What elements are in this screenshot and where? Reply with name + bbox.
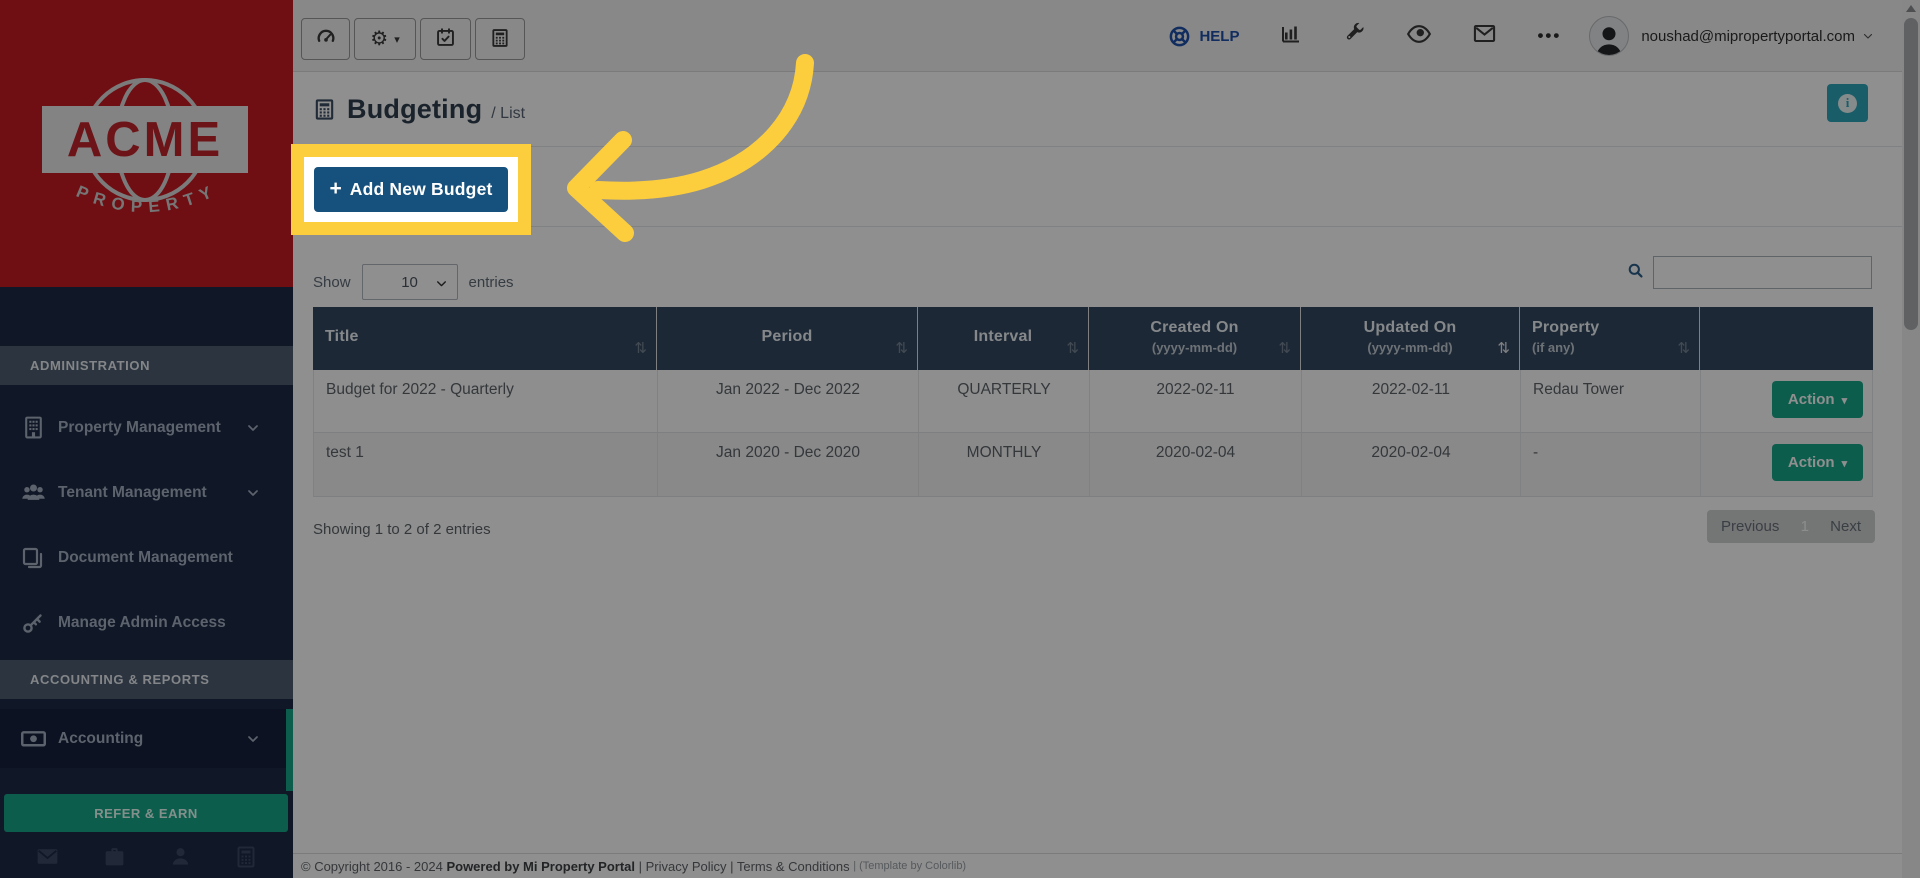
dim-overlay xyxy=(0,0,1920,878)
tutorial-highlight-box: + Add New Budget xyxy=(291,144,531,235)
plus-icon: + xyxy=(329,176,342,200)
add-new-budget-button[interactable]: + Add New Budget xyxy=(314,167,508,212)
app-window: ACME PROPERTY ADMINISTRATION Property Ma… xyxy=(0,0,1920,878)
